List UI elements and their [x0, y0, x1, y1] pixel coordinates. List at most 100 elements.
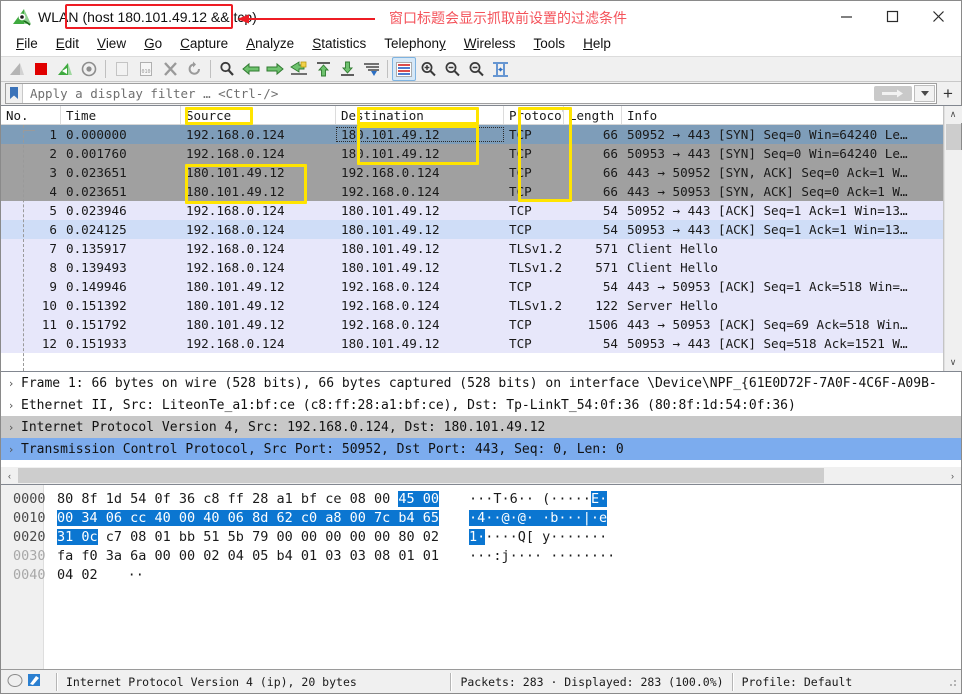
- packet-bytes-pane[interactable]: 0000 80 8f 1d 54 0f 36 c8 ff 28 a1 bf ce …: [1, 484, 961, 669]
- go-to-packet-icon[interactable]: [287, 57, 311, 81]
- maximize-button[interactable]: [869, 1, 915, 32]
- table-row[interactable]: 6 0.024125 192.168.0.124 180.101.49.12 TCP 54…: [1, 220, 943, 239]
- bookmark-icon[interactable]: [6, 84, 23, 103]
- column-header-protocol[interactable]: Protocol: [504, 106, 564, 124]
- menu-telephony[interactable]: Telephony: [375, 34, 455, 53]
- menu-edit[interactable]: Edit: [47, 34, 88, 53]
- resize-columns-icon[interactable]: [488, 57, 512, 81]
- menu-analyze[interactable]: Analyze: [237, 34, 303, 53]
- cell-destination: 192.168.0.124: [341, 184, 440, 199]
- detail-tree-row[interactable]: › Transmission Control Protocol, Src Port…: [1, 438, 961, 460]
- colorize-icon[interactable]: [392, 57, 416, 81]
- display-filter-input[interactable]: Apply a display filter … <Ctrl-/>: [5, 83, 937, 104]
- zoom-in-icon[interactable]: [416, 57, 440, 81]
- cell-protocol: TCP: [509, 317, 532, 332]
- column-header-time[interactable]: Time: [61, 106, 181, 124]
- table-row[interactable]: 10 0.151392 180.101.49.12 192.168.0.124 TLSv…: [1, 296, 943, 315]
- table-row[interactable]: 3 0.023651 180.101.49.12 192.168.0.124 TCP 66…: [1, 163, 943, 182]
- cell-source: 180.101.49.12: [186, 279, 285, 294]
- chevron-right-icon[interactable]: ›: [1, 443, 21, 456]
- stop-capture-icon[interactable]: [29, 57, 53, 81]
- packet-details-pane[interactable]: › Frame 1: 66 bytes on wire (528 bits), 6…: [1, 371, 961, 484]
- packet-list-scrollbar[interactable]: ∧ ∨: [944, 106, 962, 371]
- chevron-right-icon[interactable]: ›: [1, 399, 21, 412]
- table-row[interactable]: 2 0.001760 192.168.0.124 180.101.49.12 TCP 66…: [1, 144, 943, 163]
- chevron-right-icon[interactable]: ›: [1, 377, 21, 390]
- hex-dump-row[interactable]: 0000 80 8f 1d 54 0f 36 c8 ff 28 a1 bf ce …: [1, 489, 961, 508]
- menu-help[interactable]: Help: [574, 34, 620, 53]
- detail-tree-row[interactable]: › Frame 1: 66 bytes on wire (528 bits), 6…: [1, 372, 961, 394]
- hscroll-right-button[interactable]: ›: [944, 467, 961, 484]
- capture-comment-icon[interactable]: [27, 673, 42, 691]
- menu-statistics[interactable]: Statistics: [303, 34, 375, 53]
- status-packet-counts: Packets: 283 · Displayed: 283 (100.0%): [460, 674, 724, 689]
- find-packet-icon[interactable]: [215, 57, 239, 81]
- reload-file-icon[interactable]: [182, 57, 206, 81]
- cell-protocol: TCP: [509, 279, 532, 294]
- auto-scroll-icon[interactable]: [359, 57, 383, 81]
- table-row[interactable]: 11 0.151792 180.101.49.12 192.168.0.124 TCP 1…: [1, 315, 943, 334]
- detail-tree-row[interactable]: › Internet Protocol Version 4, Src: 192.1…: [1, 416, 961, 438]
- menu-tools[interactable]: Tools: [525, 34, 575, 53]
- scroll-up-button[interactable]: ∧: [944, 106, 962, 123]
- table-row[interactable]: 5 0.023946 192.168.0.124 180.101.49.12 TCP 54…: [1, 201, 943, 220]
- expert-info-icon[interactable]: [7, 673, 23, 691]
- filter-history-dropdown[interactable]: [914, 85, 935, 102]
- hex-dump-row[interactable]: 0010 00 34 06 cc 40 00 40 06 8d 62 c0 a8 …: [1, 508, 961, 527]
- scroll-down-button[interactable]: ∨: [944, 354, 962, 371]
- column-header-source[interactable]: Source: [181, 106, 336, 124]
- zoom-reset-icon[interactable]: [464, 57, 488, 81]
- column-header-info[interactable]: Info: [622, 106, 943, 124]
- close-button[interactable]: [915, 1, 961, 32]
- go-last-packet-icon[interactable]: [335, 57, 359, 81]
- go-back-icon[interactable]: [239, 57, 263, 81]
- apply-filter-button[interactable]: [874, 86, 912, 101]
- go-first-packet-icon[interactable]: [311, 57, 335, 81]
- table-row[interactable]: 8 0.139493 192.168.0.124 180.101.49.12 TLSv1…: [1, 258, 943, 277]
- cell-info: 50952 → 443 [ACK] Seq=1 Ack=1 Win=13…: [627, 203, 908, 218]
- packet-details-hscrollbar[interactable]: ‹ ›: [1, 467, 961, 484]
- add-filter-button[interactable]: +: [937, 83, 959, 104]
- column-header-no[interactable]: No.: [1, 106, 61, 124]
- menu-view[interactable]: View: [88, 34, 135, 53]
- hex-dump-row[interactable]: 0020 31 0c c7 08 01 bb 51 5b 79 00 00 00 …: [1, 527, 961, 546]
- chevron-right-icon[interactable]: ›: [1, 421, 21, 434]
- column-header-destination[interactable]: Destination: [336, 106, 504, 124]
- zoom-out-icon[interactable]: [440, 57, 464, 81]
- scrollbar-thumb[interactable]: [945, 124, 961, 150]
- menu-capture[interactable]: Capture: [171, 34, 237, 53]
- table-row[interactable]: 9 0.149946 180.101.49.12 192.168.0.124 TCP 54…: [1, 277, 943, 296]
- cell-length: 66: [602, 127, 618, 142]
- table-row[interactable]: 4 0.023651 180.101.49.12 192.168.0.124 TCP 66…: [1, 182, 943, 201]
- table-row[interactable]: 7 0.135917 192.168.0.124 180.101.49.12 TLSv1…: [1, 239, 943, 258]
- menu-go[interactable]: Go: [135, 34, 171, 53]
- cell-source: 192.168.0.124: [186, 222, 285, 237]
- table-row[interactable]: 12 0.151933 192.168.0.124 180.101.49.12 TCP 5…: [1, 334, 943, 353]
- go-forward-icon[interactable]: [263, 57, 287, 81]
- hex-dump-row[interactable]: 0030 fa f0 3a 6a 00 00 02 04 05 b4 01 03 …: [1, 546, 961, 565]
- menu-file[interactable]: File: [7, 34, 47, 53]
- hex-ascii-selected: E·: [590, 490, 608, 507]
- capture-options-icon[interactable]: [77, 57, 101, 81]
- table-row[interactable]: 1 0.000000 192.168.0.124 180.101.49.12 TCP 66…: [1, 125, 943, 144]
- minimize-button[interactable]: [823, 1, 869, 32]
- save-file-icon[interactable]: 010: [134, 57, 158, 81]
- close-file-icon[interactable]: [158, 57, 182, 81]
- hex-ascii-selected: 1·: [469, 528, 486, 545]
- resize-grip-icon[interactable]: [946, 676, 958, 688]
- hscroll-left-button[interactable]: ‹: [1, 467, 18, 484]
- detail-tree-row[interactable]: › Ethernet II, Src: LiteonTe_a1:bf:ce (c8…: [1, 394, 961, 416]
- menu-wireless[interactable]: Wireless: [455, 34, 525, 53]
- scrollbar-track[interactable]: [944, 150, 962, 354]
- packet-list[interactable]: No. Time Source Destination Protocol Len…: [1, 106, 944, 371]
- cell-protocol: TLSv1.2: [509, 241, 563, 256]
- cell-destination: 180.101.49.12: [341, 222, 440, 237]
- open-file-icon[interactable]: [110, 57, 134, 81]
- start-capture-icon[interactable]: [5, 57, 29, 81]
- column-header-length[interactable]: Length: [564, 106, 622, 124]
- cell-protocol: TCP: [509, 127, 532, 142]
- hex-dump-row[interactable]: 0040 04 02 ··: [1, 565, 961, 584]
- cell-time: 0.151933: [66, 336, 127, 351]
- restart-capture-icon[interactable]: [53, 57, 77, 81]
- hscrollbar-thumb[interactable]: [18, 468, 824, 483]
